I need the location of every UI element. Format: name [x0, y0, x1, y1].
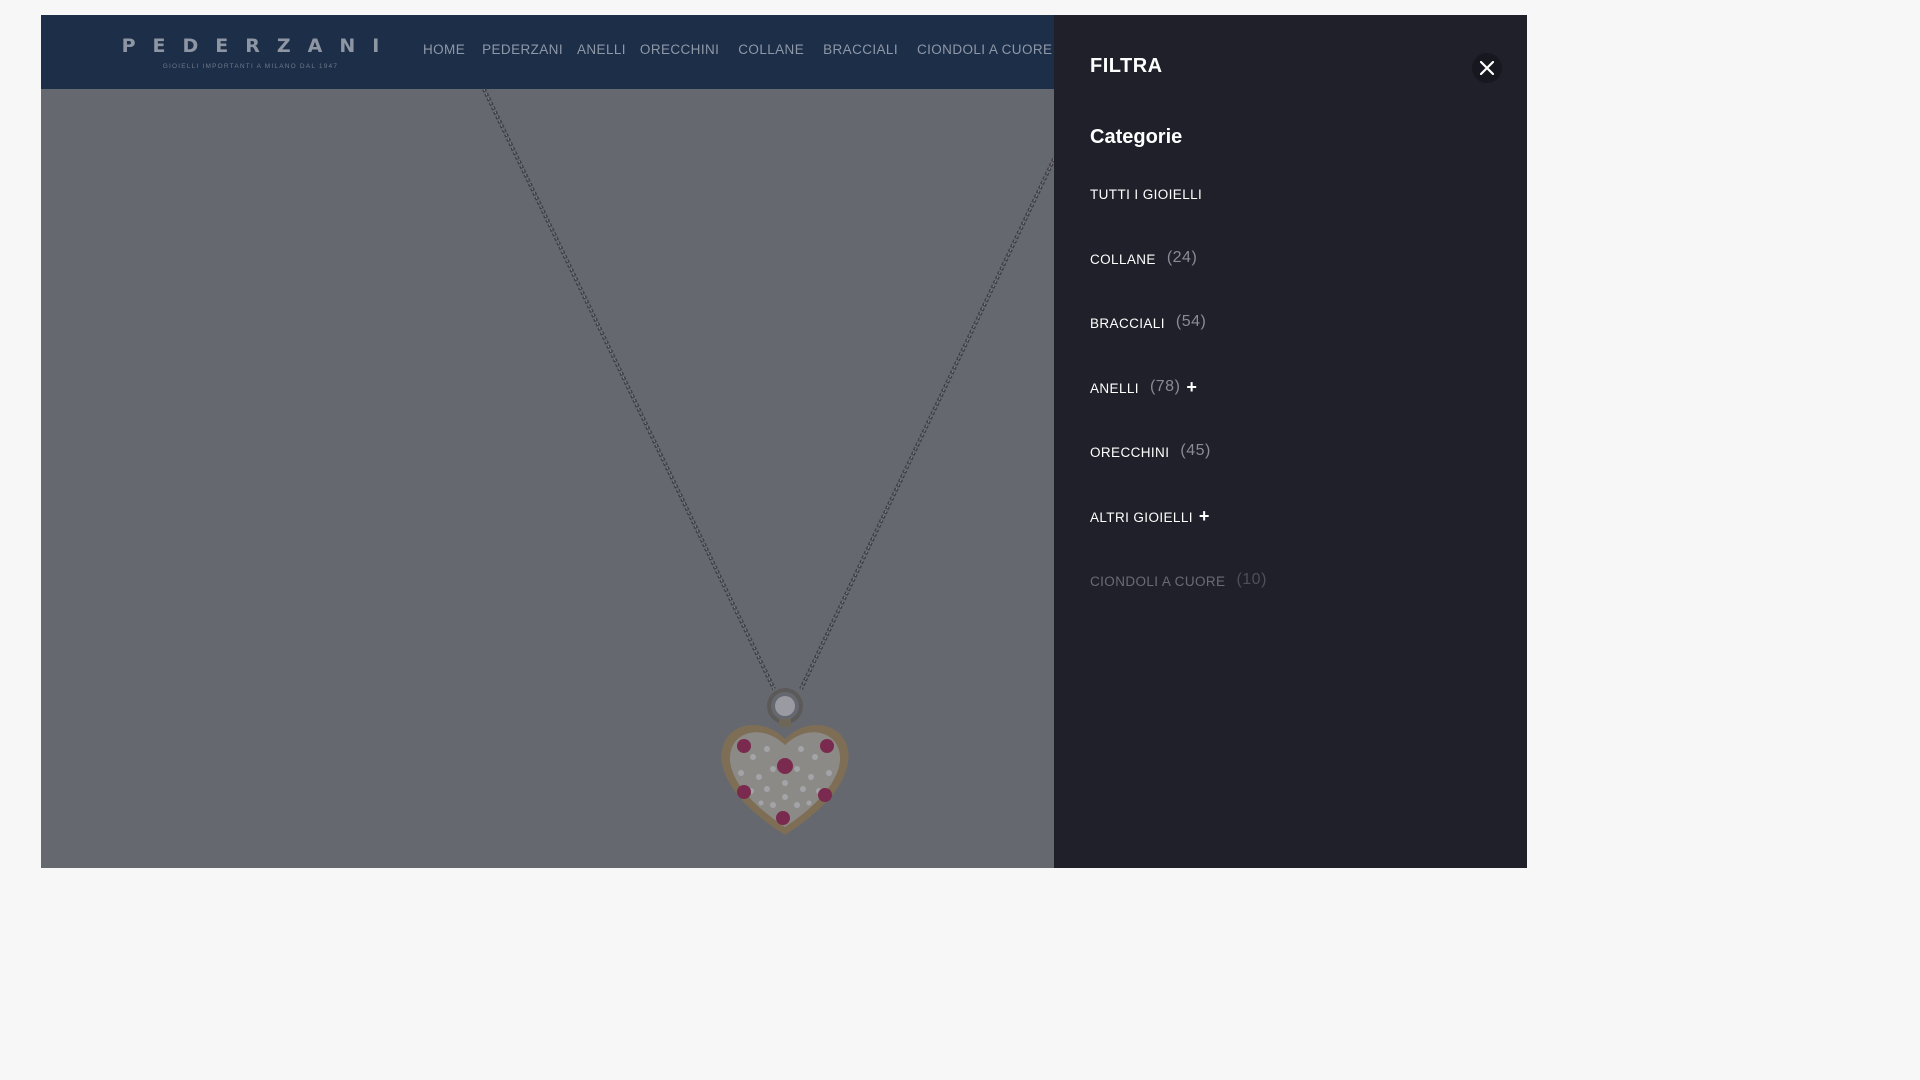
category-label: ANELLI — [1090, 380, 1139, 396]
close-button[interactable] — [1472, 53, 1502, 83]
category-label: COLLANE — [1090, 251, 1156, 267]
logo[interactable]: PEDERZANI GIOIELLI IMPORTANTI A MILANO D… — [118, 35, 383, 70]
category-count: (24) — [1166, 248, 1198, 266]
page-frame: PEDERZANI GIOIELLI IMPORTANTI A MILANO D… — [41, 15, 1527, 868]
expand-plus-icon[interactable]: + — [1199, 506, 1210, 527]
expand-plus-icon[interactable]: + — [1186, 377, 1197, 398]
category-count: (78) — [1149, 377, 1181, 395]
nav-collane[interactable]: COLLANE — [738, 42, 804, 57]
category-label: TUTTI I GIOIELLI — [1090, 187, 1203, 202]
categories-heading: Categorie — [1090, 126, 1183, 148]
category-altri-gioielli[interactable]: ALTRI GIOIELLI + — [1090, 506, 1267, 575]
category-label: ALTRI GIOIELLI — [1090, 509, 1193, 525]
nav-anelli[interactable]: ANELLI — [577, 42, 626, 57]
category-orecchini[interactable]: ORECCHINI (45) — [1090, 442, 1267, 510]
filter-title: FILTRA — [1090, 55, 1163, 77]
category-ciondoli: CIONDOLI A CUORE (10) — [1090, 571, 1267, 639]
category-count: (45) — [1180, 442, 1211, 459]
category-tutti[interactable]: TUTTI I GIOIELLI — [1090, 187, 1267, 252]
main-nav: HOME PEDERZANI ANELLI ORECCHINI COLLANE BRACC… — [423, 41, 1054, 59]
logo-tagline: GIOIELLI IMPORTANTI A MILANO DAL 1947 — [162, 63, 339, 70]
category-label: CIONDOLI A CUORE — [1090, 574, 1226, 589]
site-header: PEDERZANI GIOIELLI IMPORTANTI A MILANO D… — [41, 15, 1054, 89]
category-bracciali[interactable]: BRACCIALI (54) — [1090, 313, 1267, 381]
category-collane[interactable]: COLLANE (24) — [1090, 248, 1267, 317]
nav-home[interactable]: HOME — [423, 42, 465, 57]
nav-ciondoli[interactable]: CIONDOLI A CUORE — [917, 42, 1052, 57]
category-label: BRACCIALI — [1090, 316, 1165, 331]
product-image — [41, 89, 1054, 868]
logo-wordmark: PEDERZANI — [121, 35, 397, 57]
heart-necklace-image — [482, 89, 1054, 835]
category-anelli[interactable]: ANELLI (78) + — [1090, 377, 1267, 446]
category-label: ORECCHINI — [1090, 445, 1170, 460]
nav-orecchini[interactable]: ORECCHINI — [640, 42, 719, 57]
close-icon — [1480, 61, 1494, 75]
nav-pederzani[interactable]: PEDERZANI — [482, 42, 563, 57]
category-count: (54) — [1175, 313, 1207, 330]
category-list: TUTTI I GIOIELLI COLLANE (24) BRACCIALI … — [1090, 187, 1267, 639]
category-count: (10) — [1236, 571, 1267, 588]
nav-bracciali[interactable]: BRACCIALI — [823, 42, 898, 57]
filter-panel: FILTRA Categorie TUTTI I GIOIELLI COLLAN… — [1054, 15, 1527, 868]
